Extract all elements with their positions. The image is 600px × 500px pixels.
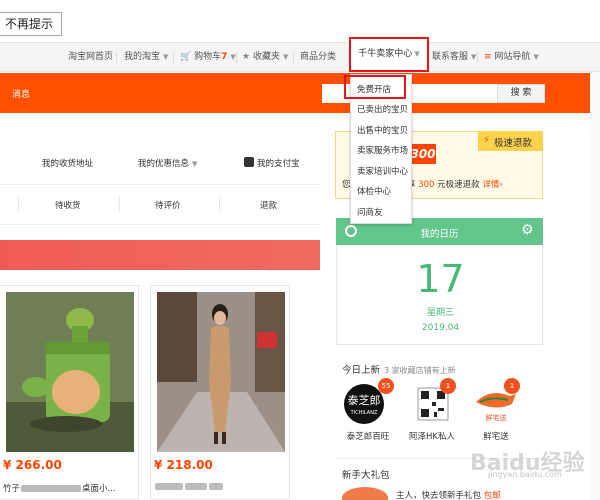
- svg-text:泰芝郎: 泰芝郎: [348, 393, 381, 407]
- gift-icon: [342, 487, 388, 500]
- chevron-down-icon: ▼: [163, 53, 169, 61]
- nav-divider: [477, 52, 478, 63]
- order-tab-refund[interactable]: 退款: [260, 199, 277, 211]
- scrollbar[interactable]: [590, 72, 600, 500]
- highlight-box: [344, 75, 406, 99]
- nav-customer-service[interactable]: 联系客服 ▼: [432, 43, 476, 71]
- dropdown-item-checkup-center[interactable]: 体检中心: [357, 185, 391, 197]
- nav-seller-center[interactable]: 千牛卖家中心 ▼: [349, 37, 429, 72]
- shop-name: 鲜宅送: [483, 432, 509, 442]
- gift-title: 新手大礼包: [342, 470, 390, 481]
- product-title[interactable]: 竹子 桌面小...: [3, 482, 137, 494]
- shop-item[interactable]: 鲜宅送 1 鲜宅送: [470, 378, 522, 442]
- shop-name: 泰芝郎百旺: [346, 432, 390, 442]
- chevron-down-icon: ▼: [471, 53, 477, 61]
- calendar-body: 17 星期三 2019.04: [336, 245, 543, 345]
- chevron-down-icon: ▼: [533, 53, 539, 61]
- wallet-icon: [244, 157, 254, 167]
- chevron-down-icon: ▼: [192, 160, 198, 168]
- svg-text:鲜宅送: 鲜宅送: [486, 413, 507, 422]
- nav-divider: [293, 52, 294, 63]
- chevron-down-icon: ▼: [414, 50, 420, 58]
- dropdown-item-service-market[interactable]: 卖家服务市场: [357, 144, 408, 156]
- order-divider: [119, 197, 120, 211]
- chevron-down-icon: ▼: [282, 53, 289, 61]
- order-tabs: 待收货 待评价 退款: [0, 185, 320, 225]
- star-icon: ★: [242, 52, 251, 62]
- nav-divider: [116, 52, 117, 63]
- alipay-link[interactable]: 我的支付宝: [257, 157, 300, 169]
- calendar-weekday: 星期三: [426, 308, 454, 318]
- dropdown-item-sold-items[interactable]: 已卖出的宝贝: [357, 103, 408, 115]
- nav-divider: [236, 52, 237, 63]
- product-price: ¥ 218.00: [154, 458, 213, 472]
- product-image-dress: [157, 292, 285, 452]
- chevron-down-icon: ▼: [230, 53, 236, 61]
- nav-categories[interactable]: 商品分类: [300, 43, 336, 71]
- gift-text[interactable]: 主人，快去领新手礼包 包邮: [396, 489, 501, 500]
- new-count-badge: 1: [440, 378, 456, 394]
- order-tab-to-review[interactable]: 待评价: [155, 199, 181, 211]
- shop-name: 阿泽HK私人: [409, 432, 455, 442]
- search-button[interactable]: 搜 索: [497, 84, 545, 103]
- cart-icon: 🛒: [180, 52, 192, 62]
- nav-favorites[interactable]: ★ 收藏夹 ▼: [242, 43, 288, 71]
- account-panel: 我的收货地址 我的优惠信息 ▼ 我的支付宝 待收货 待评价 退款: [0, 133, 320, 225]
- site-nav: 淘宝网首页 我的淘宝 ▼ 🛒 购物车7 ▼ ★ 收藏夹 ▼ 商品分类 联系客服 ▼ ≡ …: [0, 42, 600, 72]
- product-price: ¥ 266.00: [3, 458, 62, 472]
- product-card[interactable]: ¥ 218.00: [150, 285, 290, 500]
- new-arrivals-panel: 今日上新3 家收藏店铺有上新 泰芝郎 TICHILANZ 55 泰芝郎百旺 1: [336, 352, 543, 452]
- product-title[interactable]: [154, 482, 288, 492]
- gear-icon[interactable]: ⚙: [521, 222, 534, 238]
- watermark-url: jingyan.baidu.com: [488, 470, 562, 479]
- new-arrivals-title: 今日上新 3 家收藏店铺有上新: [342, 365, 456, 376]
- new-count-badge: 55: [378, 378, 394, 394]
- promo-amount-badge: 300: [410, 144, 436, 164]
- header-bar: 消息 搜 索: [0, 73, 600, 113]
- messages-link[interactable]: 消息: [12, 87, 30, 100]
- details-link[interactable]: 详情›: [482, 180, 502, 190]
- calendar-day: 17: [416, 257, 465, 301]
- order-divider: [18, 197, 19, 211]
- promo-banner-fill: [0, 240, 320, 270]
- promo-banner[interactable]: [0, 240, 320, 270]
- shop-item[interactable]: 泰芝郎 TICHILANZ 55 泰芝郎百旺: [342, 378, 394, 442]
- svg-text:TICHILANZ: TICHILANZ: [350, 410, 378, 416]
- nav-site-map[interactable]: ≡ 网站导航 ▼: [484, 43, 539, 71]
- calendar-year-month: 2019.04: [421, 323, 460, 333]
- fast-refund-flag: ⚡ 极速退款: [478, 131, 543, 151]
- menu-icon: ≡: [484, 52, 492, 62]
- account-links-row: 我的收货地址 我的优惠信息 ▼ 我的支付宝: [0, 133, 320, 185]
- top-strip: 不再提示: [0, 0, 600, 42]
- shop-item[interactable]: 1 阿泽HK私人: [409, 378, 462, 442]
- nav-cart[interactable]: 🛒 购物车7 ▼: [180, 43, 236, 71]
- calendar-title: 我的日历: [420, 229, 459, 240]
- no-remind-button[interactable]: 不再提示: [0, 12, 63, 36]
- nav-my-taobao[interactable]: 我的淘宝 ▼: [124, 43, 168, 71]
- nav-taobao-home[interactable]: 淘宝网首页: [68, 43, 113, 71]
- coupon-link[interactable]: 我的优惠信息 ▼: [138, 157, 197, 169]
- blurred-text: [185, 483, 207, 490]
- product-image-bamboo: [6, 292, 134, 452]
- dropdown-item-items-on-sale[interactable]: 出售中的宝贝: [357, 124, 408, 136]
- dropdown-item-training-center[interactable]: 卖家培训中心: [357, 165, 408, 177]
- lightning-icon: ⚡: [483, 135, 491, 146]
- order-tab-to-receive[interactable]: 待收货: [55, 199, 81, 211]
- blurred-text: [155, 483, 183, 490]
- dropdown-item-ask-peers[interactable]: 问商友: [357, 206, 383, 218]
- address-link[interactable]: 我的收货地址: [42, 157, 93, 169]
- blurred-text: [21, 485, 82, 492]
- product-card[interactable]: ¥ 266.00 竹子 桌面小...: [0, 285, 139, 500]
- order-divider: [219, 197, 220, 211]
- blurred-text: [209, 483, 223, 490]
- nav-divider: [173, 52, 174, 63]
- new-count-badge: 1: [504, 378, 520, 394]
